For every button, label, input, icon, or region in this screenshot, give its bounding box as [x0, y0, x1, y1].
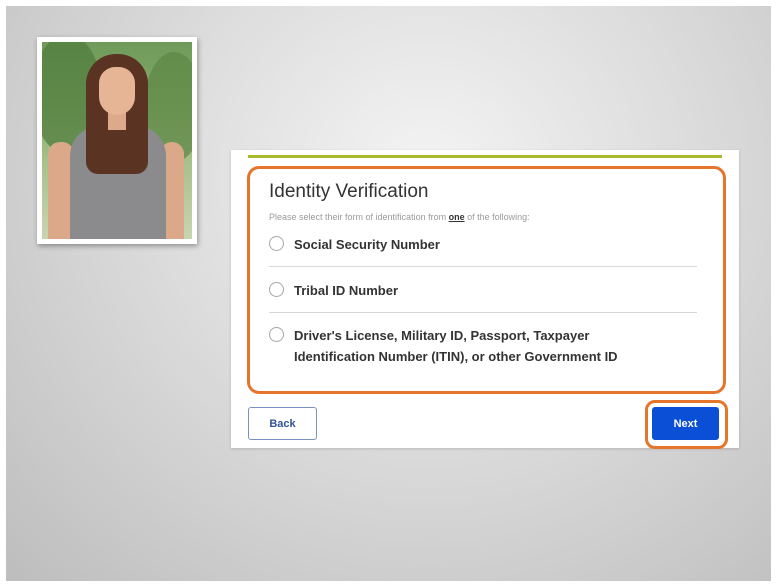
- option-drivers-license-or-other-id[interactable]: Driver's License, Military ID, Passport,…: [269, 325, 697, 367]
- option-divider: [269, 312, 697, 313]
- option-tribal-id-number[interactable]: Tribal ID Number: [269, 280, 697, 301]
- option-label: Social Security Number: [294, 237, 440, 252]
- page-title: Identity Verification: [269, 181, 429, 202]
- radio-button[interactable]: [269, 282, 284, 297]
- identity-verification-panel: Identity Verification Please select thei…: [231, 150, 739, 449]
- instructions-suffix: of the following:: [464, 212, 530, 222]
- slide-background: Identity Verification Please select thei…: [6, 6, 771, 581]
- next-button[interactable]: Next: [652, 407, 719, 440]
- accent-rule: [248, 155, 722, 158]
- presenter-photo: [37, 37, 197, 244]
- back-button[interactable]: Back: [248, 407, 317, 440]
- option-social-security-number[interactable]: Social Security Number: [269, 234, 697, 255]
- radio-button[interactable]: [269, 327, 284, 342]
- instructions-emphasis: one: [448, 212, 465, 222]
- option-label: Driver's License, Military ID, Passport,…: [294, 325, 618, 367]
- radio-button[interactable]: [269, 236, 284, 251]
- option-label-line-2: Identification Number (ITIN), or other G…: [294, 349, 618, 364]
- option-label: Tribal ID Number: [294, 283, 399, 298]
- presenter-image: [42, 42, 192, 239]
- instructions-prefix: Please select their form of identificati…: [269, 212, 449, 222]
- option-label-line-1: Driver's License, Military ID, Passport,…: [294, 328, 590, 343]
- instructions-text: Please select their form of identificati…: [269, 212, 530, 222]
- option-divider: [269, 266, 697, 267]
